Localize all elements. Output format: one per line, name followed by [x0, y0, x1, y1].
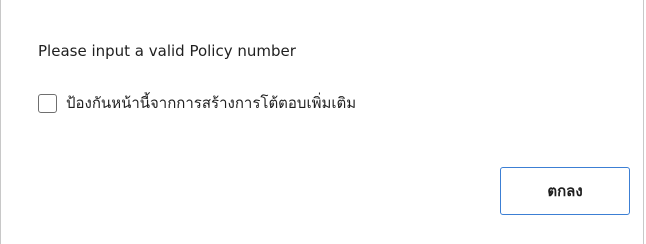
suppress-dialogs-label[interactable]: ป้องกันหน้านี้จากการสร้างการโต้ตอบเพิ่มเ… [66, 91, 356, 115]
alert-dialog: Please input a valid Policy number ป้องก… [0, 0, 644, 244]
dialog-message: Please input a valid Policy number [38, 42, 296, 60]
suppress-dialogs-option[interactable]: ป้องกันหน้านี้จากการสร้างการโต้ตอบเพิ่มเ… [38, 91, 356, 115]
suppress-dialogs-checkbox[interactable] [38, 93, 57, 113]
ok-button[interactable]: ตกลง [500, 167, 630, 215]
